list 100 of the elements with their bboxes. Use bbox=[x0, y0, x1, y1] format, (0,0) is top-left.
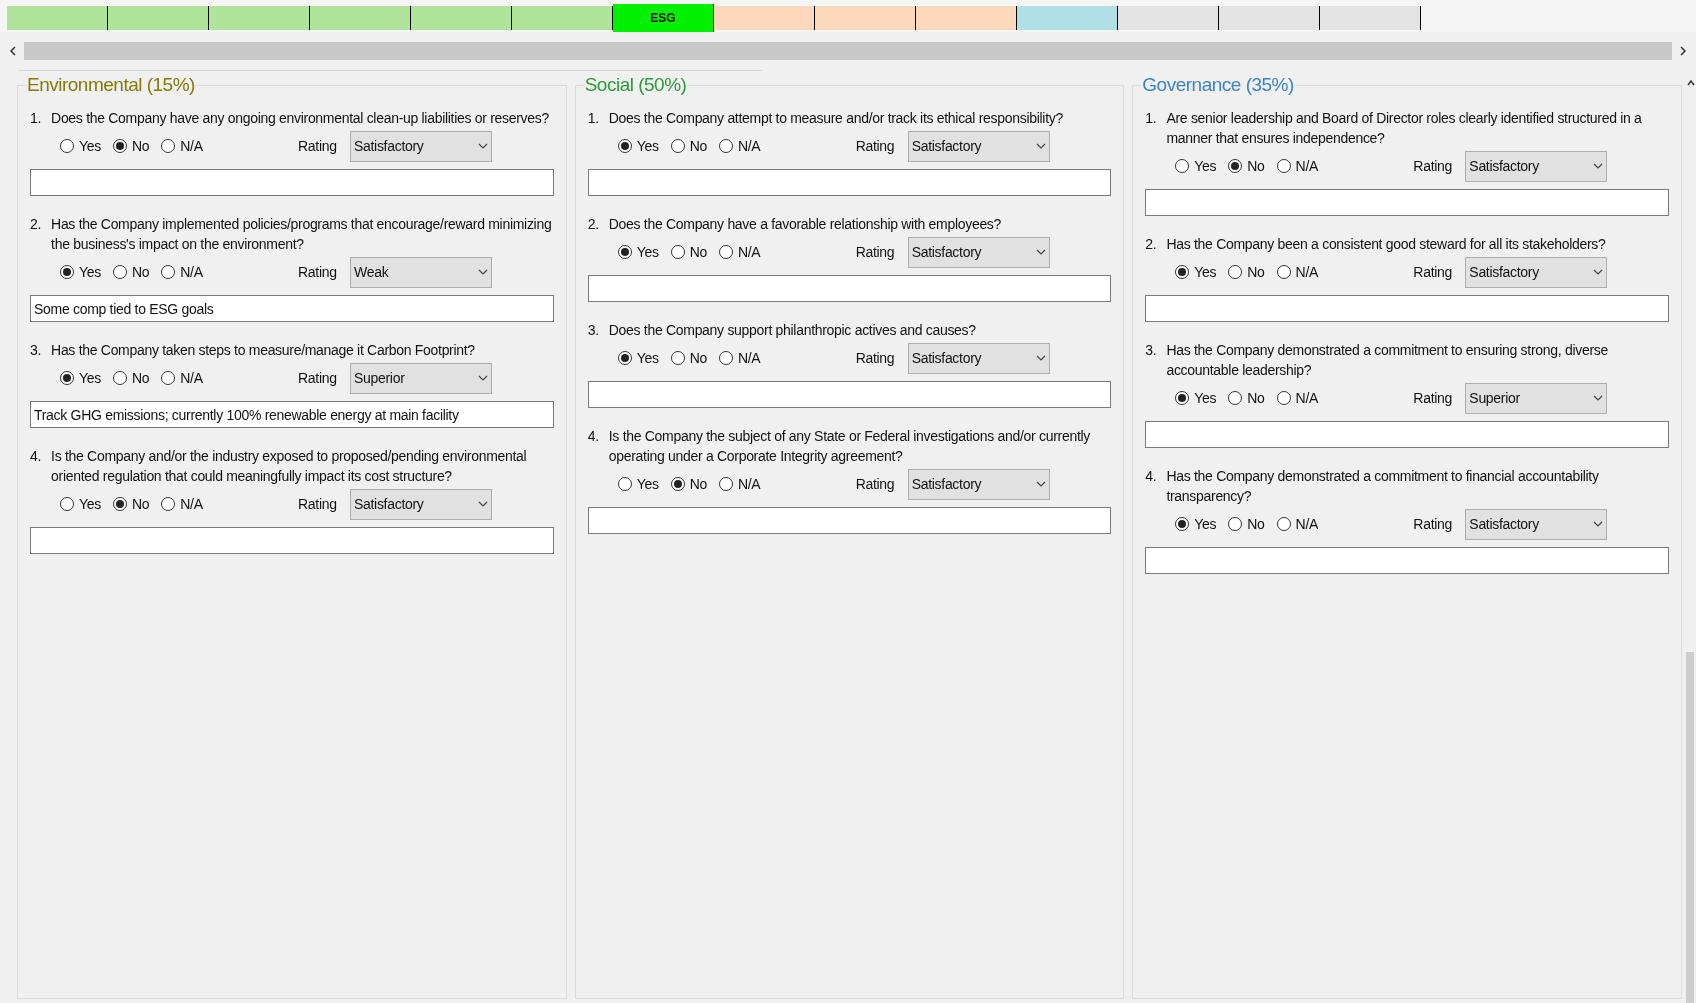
radio-option[interactable]: Yes bbox=[60, 367, 101, 389]
rating-dropdown[interactable]: Satisfactory bbox=[1465, 150, 1608, 182]
question-number: 3. bbox=[587, 321, 599, 340]
chevron-down-icon bbox=[478, 501, 488, 507]
radio-option[interactable]: Yes bbox=[617, 473, 659, 495]
radio-option[interactable]: No bbox=[670, 135, 707, 157]
tab[interactable] bbox=[411, 6, 512, 30]
radio-option[interactable]: No bbox=[670, 347, 707, 369]
radio-option[interactable]: N/A bbox=[1276, 155, 1319, 177]
radio-option[interactable]: No bbox=[1228, 513, 1265, 535]
question-text: Has the Company been a consistent good steward for all its stakeholders? bbox=[1166, 235, 1606, 254]
rating-dropdown[interactable]: Satisfactory bbox=[907, 468, 1050, 500]
chevron-down-icon bbox=[478, 375, 488, 381]
radio-option[interactable]: No bbox=[112, 261, 150, 283]
chevron-down-icon bbox=[1035, 355, 1046, 361]
rating-label: Rating bbox=[1413, 156, 1453, 176]
question-number: 1. bbox=[587, 109, 599, 128]
scrollbar-thumb[interactable] bbox=[24, 42, 1672, 60]
radio-option[interactable]: No bbox=[1228, 387, 1265, 409]
tab[interactable] bbox=[1219, 6, 1320, 30]
question-text: Is the Company and/or the industry exposed to proposed/pending environmental oriented regulation that could meaningfully impact its cost structure? bbox=[51, 447, 528, 486]
rating-dropdown[interactable]: Satisfactory bbox=[350, 130, 492, 162]
rating-dropdown[interactable]: Superior bbox=[1465, 382, 1608, 414]
radio-option[interactable]: Yes bbox=[60, 135, 101, 157]
question-text: Does the Company have any ongoing environmental clean-up liabilities or reserves? bbox=[51, 109, 549, 128]
radio-option[interactable]: No bbox=[112, 367, 150, 389]
comment-field[interactable] bbox=[30, 169, 554, 196]
chevron-down-icon bbox=[1035, 143, 1046, 149]
tab[interactable] bbox=[1017, 6, 1118, 30]
comment-field[interactable]: Some comp tied to ESG goals bbox=[30, 295, 554, 322]
chevron-down-icon bbox=[478, 143, 488, 149]
radio-option[interactable]: No bbox=[1228, 155, 1265, 177]
chevron-down-icon bbox=[1035, 249, 1046, 255]
tab[interactable]: ESG bbox=[613, 4, 714, 32]
tab[interactable] bbox=[7, 6, 108, 30]
question-text: Does the Company have a favorable relationship with employees? bbox=[608, 215, 1002, 234]
radio-option[interactable]: Yes bbox=[60, 261, 101, 283]
radio-option[interactable]: Yes bbox=[1175, 261, 1217, 283]
rating-dropdown[interactable]: Weak bbox=[350, 256, 492, 288]
radio-option[interactable]: N/A bbox=[1276, 513, 1319, 535]
tab[interactable] bbox=[714, 6, 815, 30]
tab[interactable] bbox=[108, 6, 209, 30]
radio-option[interactable]: No bbox=[112, 135, 150, 157]
radio-option[interactable]: N/A bbox=[1276, 387, 1319, 409]
radio-option[interactable]: N/A bbox=[718, 347, 761, 369]
rating-dropdown[interactable]: Satisfactory bbox=[1465, 256, 1608, 288]
radio-option[interactable]: Yes bbox=[617, 241, 659, 263]
radio-option[interactable]: N/A bbox=[161, 367, 203, 389]
scroll-up-icon[interactable] bbox=[1686, 79, 1696, 87]
radio-option[interactable]: No bbox=[112, 493, 150, 515]
tab[interactable] bbox=[1118, 6, 1219, 30]
tab[interactable] bbox=[512, 6, 613, 30]
scroll-left-icon[interactable] bbox=[8, 45, 18, 57]
comment-field[interactable] bbox=[1145, 547, 1669, 574]
rating-dropdown[interactable]: Superior bbox=[350, 362, 492, 394]
radio-option[interactable]: N/A bbox=[718, 241, 761, 263]
scroll-right-icon[interactable] bbox=[1678, 45, 1688, 57]
comment-field[interactable] bbox=[1145, 189, 1669, 216]
tab[interactable] bbox=[209, 6, 310, 30]
radio-option[interactable]: Yes bbox=[1175, 513, 1217, 535]
radio-option[interactable]: No bbox=[670, 473, 707, 495]
radio-option[interactable]: No bbox=[670, 241, 707, 263]
radio-option[interactable]: N/A bbox=[1276, 261, 1319, 283]
comment-field[interactable] bbox=[587, 381, 1112, 408]
comment-field[interactable] bbox=[1145, 421, 1669, 448]
radio-option[interactable]: Yes bbox=[617, 135, 659, 157]
question-number: 3. bbox=[1145, 341, 1157, 360]
comment-field[interactable] bbox=[30, 527, 554, 554]
tab[interactable] bbox=[1320, 6, 1421, 30]
radio-option[interactable]: Yes bbox=[60, 493, 101, 515]
rating-dropdown[interactable]: Satisfactory bbox=[907, 130, 1050, 162]
question-number: 2. bbox=[30, 215, 42, 234]
chevron-down-icon bbox=[1593, 395, 1604, 401]
radio-option[interactable]: N/A bbox=[161, 135, 203, 157]
tab[interactable] bbox=[815, 6, 916, 30]
rating-dropdown[interactable]: Satisfactory bbox=[350, 488, 492, 520]
comment-field[interactable] bbox=[1145, 295, 1669, 322]
chevron-down-icon bbox=[1593, 269, 1604, 275]
rating-dropdown[interactable]: Satisfactory bbox=[1465, 508, 1608, 540]
comment-field[interactable] bbox=[587, 507, 1112, 534]
question-number: 4. bbox=[1145, 467, 1157, 486]
radio-option[interactable]: N/A bbox=[718, 135, 761, 157]
radio-option[interactable]: Yes bbox=[1175, 155, 1217, 177]
tab[interactable] bbox=[916, 6, 1017, 30]
rating-dropdown[interactable]: Satisfactory bbox=[907, 236, 1050, 268]
radio-option[interactable]: N/A bbox=[718, 473, 761, 495]
radio-option[interactable]: No bbox=[1228, 261, 1265, 283]
rating-label: Rating bbox=[298, 262, 338, 282]
radio-option[interactable]: N/A bbox=[161, 493, 203, 515]
comment-field[interactable]: Track GHG emissions; currently 100% renewable energy at main facility bbox=[30, 401, 554, 428]
radio-option[interactable]: N/A bbox=[161, 261, 203, 283]
radio-option[interactable]: Yes bbox=[1175, 387, 1217, 409]
comment-field[interactable] bbox=[587, 275, 1112, 302]
vertical-scrollbar-thumb[interactable] bbox=[1686, 652, 1694, 1003]
rating-label: Rating bbox=[855, 474, 896, 494]
rating-dropdown[interactable]: Satisfactory bbox=[907, 342, 1050, 374]
radio-option[interactable]: Yes bbox=[617, 347, 659, 369]
tab[interactable] bbox=[310, 6, 411, 30]
comment-field[interactable] bbox=[587, 169, 1112, 196]
chevron-down-icon bbox=[1035, 481, 1046, 487]
